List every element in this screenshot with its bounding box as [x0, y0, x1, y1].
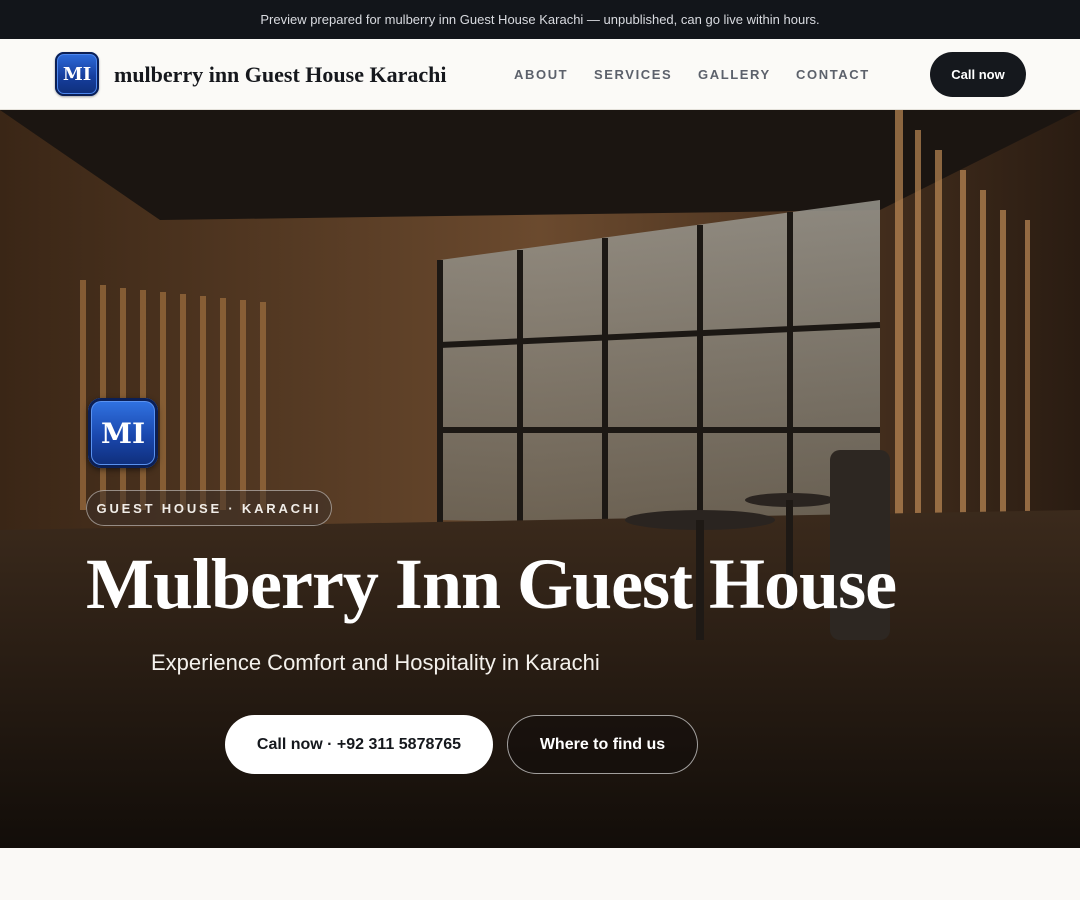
- hero-logo-monogram: MI: [100, 416, 146, 450]
- hero-section: MI GUEST HOUSE · KARACHI Mulberry Inn Gu…: [0, 110, 1080, 848]
- hero-logo-icon: MI: [88, 398, 158, 468]
- hero-location-button[interactable]: Where to find us: [507, 715, 698, 774]
- nav-gallery[interactable]: GALLERY: [698, 66, 771, 84]
- preview-banner-text: Preview prepared for mulberry inn Guest …: [260, 12, 820, 27]
- nav-contact[interactable]: CONTACT: [796, 66, 870, 84]
- hero-eyebrow-badge: GUEST HOUSE · KARACHI: [86, 490, 332, 526]
- header-call-now-button[interactable]: Call now: [930, 52, 1026, 97]
- hero-title: Mulberry Inn Guest House: [86, 544, 897, 624]
- logo-monogram: MI: [62, 63, 92, 85]
- site-brand-name[interactable]: mulberry inn Guest House Karachi: [114, 60, 446, 90]
- nav-about[interactable]: ABOUT: [514, 66, 568, 84]
- preview-banner: Preview prepared for mulberry inn Guest …: [0, 0, 1080, 39]
- nav-services[interactable]: SERVICES: [594, 66, 672, 84]
- hero-subtitle: Experience Comfort and Hospitality in Ka…: [151, 650, 600, 675]
- logo-icon[interactable]: MI: [55, 52, 99, 96]
- hero-call-button[interactable]: Call now · +92 311 5878765: [225, 715, 493, 774]
- site-header: MI mulberry inn Guest House Karachi ABOU…: [0, 39, 1080, 110]
- next-section: [0, 848, 1080, 900]
